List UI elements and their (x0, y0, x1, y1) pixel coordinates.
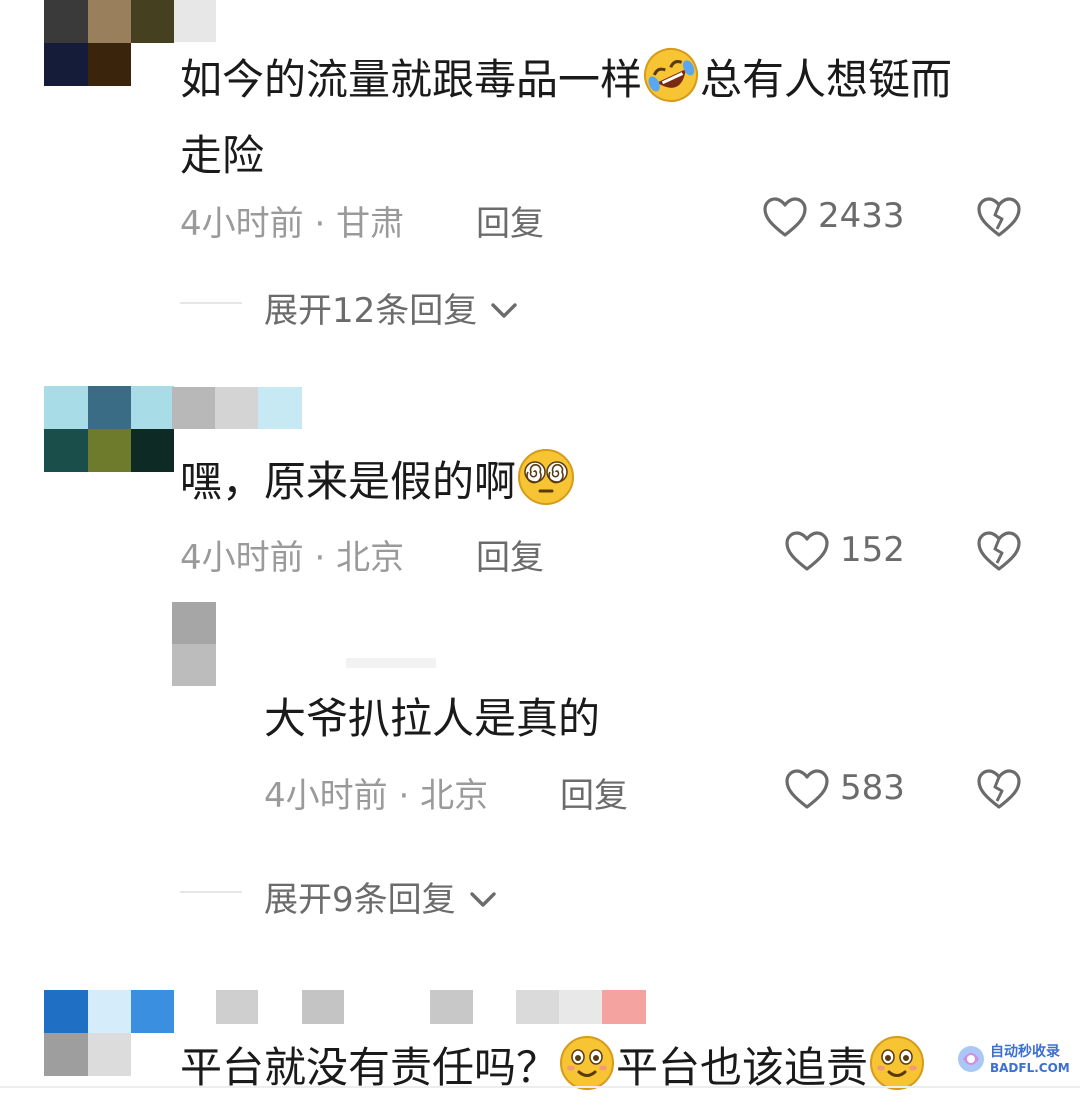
dislike-button[interactable] (976, 530, 1022, 572)
reply-meta: 4小时前 · 北京 (264, 768, 488, 817)
watermark-line2: BADFL.COM (990, 1061, 1070, 1075)
heart-icon (784, 768, 830, 810)
avatar[interactable] (44, 386, 174, 472)
reply-button[interactable]: 回复 (476, 196, 544, 245)
comment-text-part: 总有人想铤而 (700, 55, 953, 104)
rofl-emoji (642, 46, 700, 123)
reply-text: 大爷扒拉人是真的 (264, 694, 601, 743)
username-pixelated[interactable] (216, 990, 646, 1024)
divider (180, 302, 242, 304)
username-pixelated[interactable] (172, 387, 302, 429)
timestamp: 4小时前 (180, 538, 304, 578)
meta-separator: · (387, 776, 421, 816)
expand-label: 展开9条回复 (264, 880, 456, 920)
comment-meta: 4小时前 · 北京 (180, 530, 404, 579)
meta-separator: · (303, 538, 337, 578)
like-button[interactable] (784, 768, 830, 810)
comment-text-part: 如今的流量就跟毒品一样 (180, 55, 643, 104)
dislike-button[interactable] (976, 768, 1022, 810)
reply-button[interactable]: 回复 (476, 530, 544, 579)
broken-heart-icon (976, 196, 1022, 238)
timestamp: 4小时前 (180, 204, 304, 244)
reply-button[interactable]: 回复 (560, 768, 628, 817)
username-pixelated[interactable] (346, 658, 436, 668)
like-button[interactable] (762, 196, 808, 238)
heart-icon (762, 196, 808, 238)
like-count: 2433 (818, 196, 905, 236)
broken-heart-icon (976, 530, 1022, 572)
chevron-down-icon (469, 891, 497, 913)
bottom-border (0, 1086, 1080, 1088)
expand-replies-button[interactable]: 展开12条回复 (264, 283, 518, 332)
dizzy-eyes-emoji (516, 448, 576, 525)
like-count: 583 (840, 768, 905, 808)
divider (180, 891, 242, 893)
heart-icon (784, 530, 830, 572)
comment-meta: 4小时前 · 甘肃 (180, 196, 404, 245)
comment-text-part: 平台也该追责 (616, 1043, 869, 1092)
chevron-down-icon (490, 302, 518, 324)
comment-text: 如今的流量就跟毒品一样 总有人想铤而 走险 (180, 46, 952, 189)
username-pixelated[interactable] (174, 0, 216, 42)
avatar[interactable] (44, 0, 174, 86)
avatar[interactable] (172, 602, 216, 686)
like-button[interactable] (784, 530, 830, 572)
like-count: 152 (840, 530, 905, 570)
location: 北京 (336, 538, 405, 578)
comment-text-part: 平台就没有责任吗？ (180, 1043, 559, 1092)
broken-heart-icon (976, 768, 1022, 810)
smile-emoji (558, 1034, 616, 1111)
smile-emoji (868, 1034, 926, 1111)
comment-text: 嘿，原来是假的啊 (180, 448, 576, 525)
comment-text: 平台就没有责任吗？ 平台也该追责 (180, 1034, 926, 1111)
comment-text-part: 嘿，原来是假的啊 (180, 457, 517, 506)
location: 甘肃 (336, 204, 405, 244)
expand-replies-button[interactable]: 展开9条回复 (264, 872, 497, 921)
comment-text-line2: 走险 (180, 131, 265, 180)
avatar[interactable] (44, 990, 174, 1076)
meta-separator: · (303, 204, 337, 244)
dislike-button[interactable] (976, 196, 1022, 238)
watermark-logo-icon (956, 1044, 986, 1078)
expand-label: 展开12条回复 (264, 291, 478, 331)
timestamp: 4小时前 (264, 776, 388, 816)
watermark-line1: 自动秒收录 (990, 1044, 1060, 1060)
location: 北京 (420, 776, 489, 816)
